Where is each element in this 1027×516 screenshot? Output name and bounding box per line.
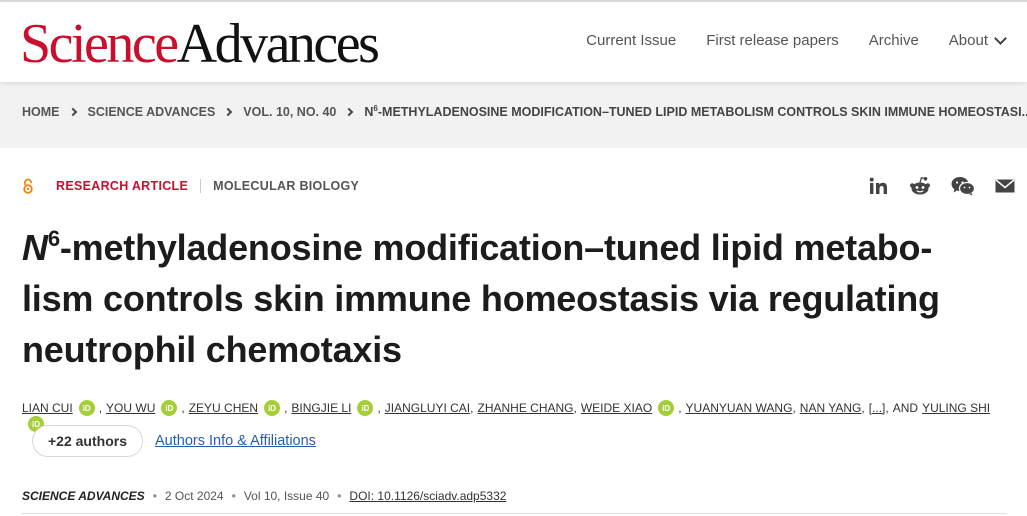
share-icons: [869, 176, 1015, 196]
orcid-icon[interactable]: iD: [264, 400, 281, 416]
chevron-right-icon: [345, 107, 354, 116]
author-link[interactable]: WEIDE XIAO: [581, 401, 652, 415]
article-type[interactable]: RESEARCH ARTICLE: [56, 179, 188, 193]
chevron-right-icon: [68, 107, 77, 116]
publication-date: 2 Oct 2024: [164, 489, 224, 503]
linkedin-icon[interactable]: [869, 177, 889, 195]
nav-about-label: About: [948, 32, 988, 49]
chevron-down-icon: [994, 31, 1007, 45]
author-link[interactable]: NAN YANG: [800, 401, 862, 415]
authors-info-affiliations-link[interactable]: Authors Info & Affiliations: [155, 433, 316, 449]
title-superscript: 6: [47, 226, 60, 251]
nav-about[interactable]: About: [948, 31, 1007, 49]
author-separator: ,: [377, 401, 381, 415]
publication-info: SCIENCE ADVANCES • 2 Oct 2024 • Vol 10, …: [22, 489, 506, 503]
reddit-icon[interactable]: [909, 176, 931, 196]
wechat-icon[interactable]: [951, 176, 975, 196]
open-access-icon: [23, 178, 33, 194]
email-icon[interactable]: [995, 178, 1015, 194]
separator-dot: •: [152, 489, 157, 503]
volume-issue: Vol 10, Issue 40: [243, 489, 330, 503]
author-link[interactable]: LIAN CUI: [22, 401, 73, 415]
author-link[interactable]: BINGJIE LI: [291, 401, 351, 415]
author-and: AND: [892, 401, 919, 415]
meta-divider: [200, 179, 202, 193]
breadcrumb-bar: HOME SCIENCE ADVANCES VOL. 10, NO. 40 N6…: [0, 82, 1027, 148]
author-link[interactable]: ZHANHE CHANG: [477, 401, 573, 415]
author-separator: ,: [861, 401, 865, 415]
author-separator: ,: [181, 401, 185, 415]
doi-link[interactable]: DOI: 10.1126/sciadv.adp5332: [349, 489, 506, 503]
orcid-icon[interactable]: iD: [357, 400, 374, 416]
science-advances-logo[interactable]: ScienceAdvances: [20, 13, 380, 75]
article-meta: RESEARCH ARTICLE MOLECULAR BIOLOGY: [22, 178, 359, 194]
section-divider: [22, 513, 1007, 514]
breadcrumb-current-article: N6-METHYLADENOSINE MODIFICATION–TUNED LI…: [364, 104, 1027, 119]
logo-advances-word: Advances: [176, 13, 380, 75]
nav-archive[interactable]: Archive: [869, 32, 919, 49]
breadcrumb-science-advances[interactable]: SCIENCE ADVANCES: [88, 105, 216, 119]
title-line-3: neutrophil chemotaxis: [22, 329, 402, 370]
separator-dot: •: [231, 489, 236, 503]
author-separator: ,: [470, 401, 474, 415]
orcid-icon[interactable]: iD: [161, 400, 178, 416]
title-line-2: lism controls skin immune homeostasis vi…: [22, 278, 940, 319]
orcid-icon[interactable]: iD: [78, 400, 95, 416]
author-separator: ,: [573, 401, 577, 415]
breadcrumb-volume[interactable]: VOL. 10, NO. 40: [243, 105, 336, 119]
chevron-right-icon: [224, 107, 233, 116]
main-nav: Current Issue First release papers Archi…: [586, 31, 1007, 49]
title-line-1: -methyladenosine modification–tuned lipi…: [59, 227, 933, 268]
author-link[interactable]: YULING SHI: [922, 401, 990, 415]
authors-actions: +22 authors Authors Info & Affiliations: [32, 425, 316, 457]
breadcrumb-home[interactable]: HOME: [22, 105, 60, 119]
author-link[interactable]: YOU WU: [106, 401, 155, 415]
separator-dot: •: [337, 489, 342, 503]
orcid-icon[interactable]: iD: [658, 400, 675, 416]
nav-first-release-papers[interactable]: First release papers: [706, 32, 839, 49]
article-subject[interactable]: MOLECULAR BIOLOGY: [213, 179, 359, 193]
author-link[interactable]: YUANYUAN WANG: [686, 401, 793, 415]
author-link[interactable]: JIANGLUYI CAI: [385, 401, 470, 415]
author-separator: ,: [792, 401, 796, 415]
more-authors-button[interactable]: +22 authors: [32, 425, 143, 457]
author-separator: ,: [284, 401, 288, 415]
author-ellipsis[interactable]: [...]: [869, 401, 886, 415]
article-title: N6-methyladenosine modification–tuned li…: [22, 222, 1012, 375]
site-header: ScienceAdvances Current Issue First rele…: [0, 2, 1027, 82]
title-italic-n: N: [22, 227, 48, 268]
journal-name: SCIENCE ADVANCES: [22, 489, 145, 503]
logo-science-word: Science: [20, 13, 179, 75]
breadcrumb-current-rest: -METHYLADENOSINE MODIFICATION–TUNED LIPI…: [377, 105, 1027, 120]
breadcrumb: HOME SCIENCE ADVANCES VOL. 10, NO. 40 N6…: [22, 104, 1027, 119]
author-separator: ,: [885, 401, 889, 415]
author-separator: ,: [98, 401, 103, 415]
nav-current-issue[interactable]: Current Issue: [586, 32, 676, 49]
author-separator: ,: [678, 401, 682, 415]
author-link[interactable]: ZEYU CHEN: [189, 401, 258, 415]
